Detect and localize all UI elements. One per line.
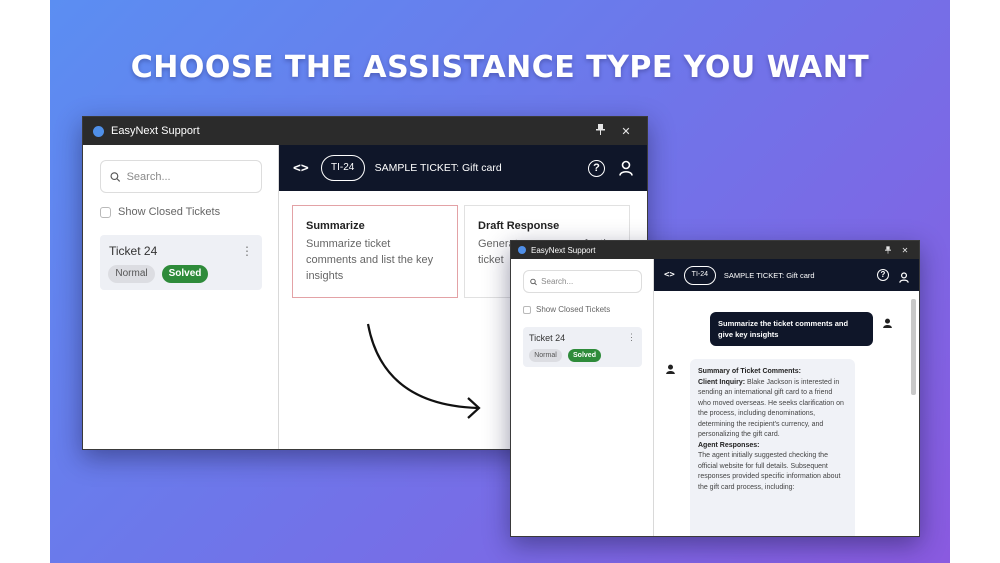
summarize-description: Summarize ticket comments and list the k… <box>306 238 434 282</box>
show-closed-row[interactable]: Show Closed Tickets <box>100 206 220 218</box>
chat-main-panel: <> TI-24 SAMPLE TICKET: Gift card ? Summ… <box>654 259 919 536</box>
summarize-option-card[interactable]: Summarize Summarize ticket comments and … <box>292 205 458 298</box>
help-icon[interactable]: ? <box>588 159 605 177</box>
help-icon[interactable]: ? <box>877 269 889 281</box>
summary-heading: Summary of Ticket Comments: <box>698 368 801 375</box>
ticket-id-pill: TI-24 <box>320 155 365 181</box>
draft-response-title: Draft Response <box>478 220 560 232</box>
user-icon[interactable] <box>619 160 633 176</box>
headline: CHOOSE THE ASSISTANCE TYPE YOU WANT <box>130 50 870 85</box>
user-icon[interactable] <box>899 270 909 283</box>
agent-responses-label: Agent Responses: <box>698 441 760 449</box>
user-message-bubble: Summarize the ticket comments and give k… <box>710 312 873 346</box>
search-input[interactable] <box>541 277 635 286</box>
close-icon[interactable]: ✕ <box>898 246 912 255</box>
search-box[interactable] <box>523 270 642 293</box>
status-badge: Solved <box>162 265 208 283</box>
status-badge: Solved <box>568 349 601 362</box>
window-titlebar: EasyNext Support ✕ <box>511 241 919 259</box>
window-title: EasyNext Support <box>531 245 596 255</box>
client-inquiry-label: Client Inquiry: <box>698 378 746 386</box>
transition-arrow <box>366 323 481 419</box>
search-input[interactable] <box>126 170 252 183</box>
assistant-summary-bubble: Summary of Ticket Comments: Client Inqui… <box>690 359 855 536</box>
window-title: EasyNext Support <box>111 125 200 137</box>
search-box[interactable] <box>100 160 262 193</box>
ticket-title: SAMPLE TICKET: Gift card <box>374 162 502 174</box>
ticket-id-pill: TI-24 <box>683 265 716 285</box>
chat-scrollbar[interactable] <box>911 299 916 395</box>
ticket-name: Ticket 24 <box>109 244 158 258</box>
search-icon <box>530 278 537 285</box>
show-closed-label: Show Closed Tickets <box>118 206 221 218</box>
ticket-menu-icon[interactable]: ⋮ <box>241 244 253 258</box>
priority-badge: Normal <box>529 349 562 362</box>
app-logo-icon <box>518 246 526 254</box>
code-icon[interactable]: <> <box>293 161 309 176</box>
promo-banner: CHOOSE THE ASSISTANCE TYPE YOU WANT Easy… <box>50 0 950 563</box>
ticket-sidebar: Show Closed Tickets Ticket 24 ⋮ Normal S… <box>511 259 654 536</box>
window-titlebar: EasyNext Support ✕ <box>83 117 647 145</box>
close-icon[interactable]: ✕ <box>615 125 637 138</box>
show-closed-row[interactable]: Show Closed Tickets <box>523 305 610 314</box>
show-closed-label: Show Closed Tickets <box>536 305 611 314</box>
summarize-title: Summarize <box>306 220 365 232</box>
pin-icon[interactable] <box>882 241 894 259</box>
ticket-title: SAMPLE TICKET: Gift card <box>723 270 815 280</box>
ticket-list-item[interactable]: Ticket 24 ⋮ Normal Solved <box>100 235 262 290</box>
user-avatar-icon <box>883 315 892 333</box>
code-icon[interactable]: <> <box>664 270 675 280</box>
agent-responses-text: The agent initially suggested checking t… <box>698 452 841 491</box>
show-closed-checkbox[interactable] <box>100 206 111 218</box>
pin-icon[interactable] <box>591 124 609 138</box>
ticket-menu-icon[interactable]: ⋮ <box>627 332 636 343</box>
ticket-sidebar: Show Closed Tickets Ticket 24 ⋮ Normal S… <box>83 145 279 449</box>
show-closed-checkbox[interactable] <box>523 305 531 314</box>
search-icon <box>110 171 121 182</box>
ticket-list-item[interactable]: Ticket 24 ⋮ Normal Solved <box>523 327 642 367</box>
ticket-topbar: <> TI-24 SAMPLE TICKET: Gift card ? <box>654 259 919 291</box>
support-window-chat: EasyNext Support ✕ Show Closed Tickets T… <box>510 240 920 537</box>
ticket-topbar: <> TI-24 SAMPLE TICKET: Gift card ? <box>279 145 647 191</box>
priority-badge: Normal <box>108 265 155 283</box>
ticket-name: Ticket 24 <box>529 333 566 343</box>
app-logo-icon <box>93 125 104 137</box>
assistant-avatar-icon <box>666 361 675 379</box>
client-inquiry-text: Blake Jackson is interested in sending a… <box>698 378 844 439</box>
